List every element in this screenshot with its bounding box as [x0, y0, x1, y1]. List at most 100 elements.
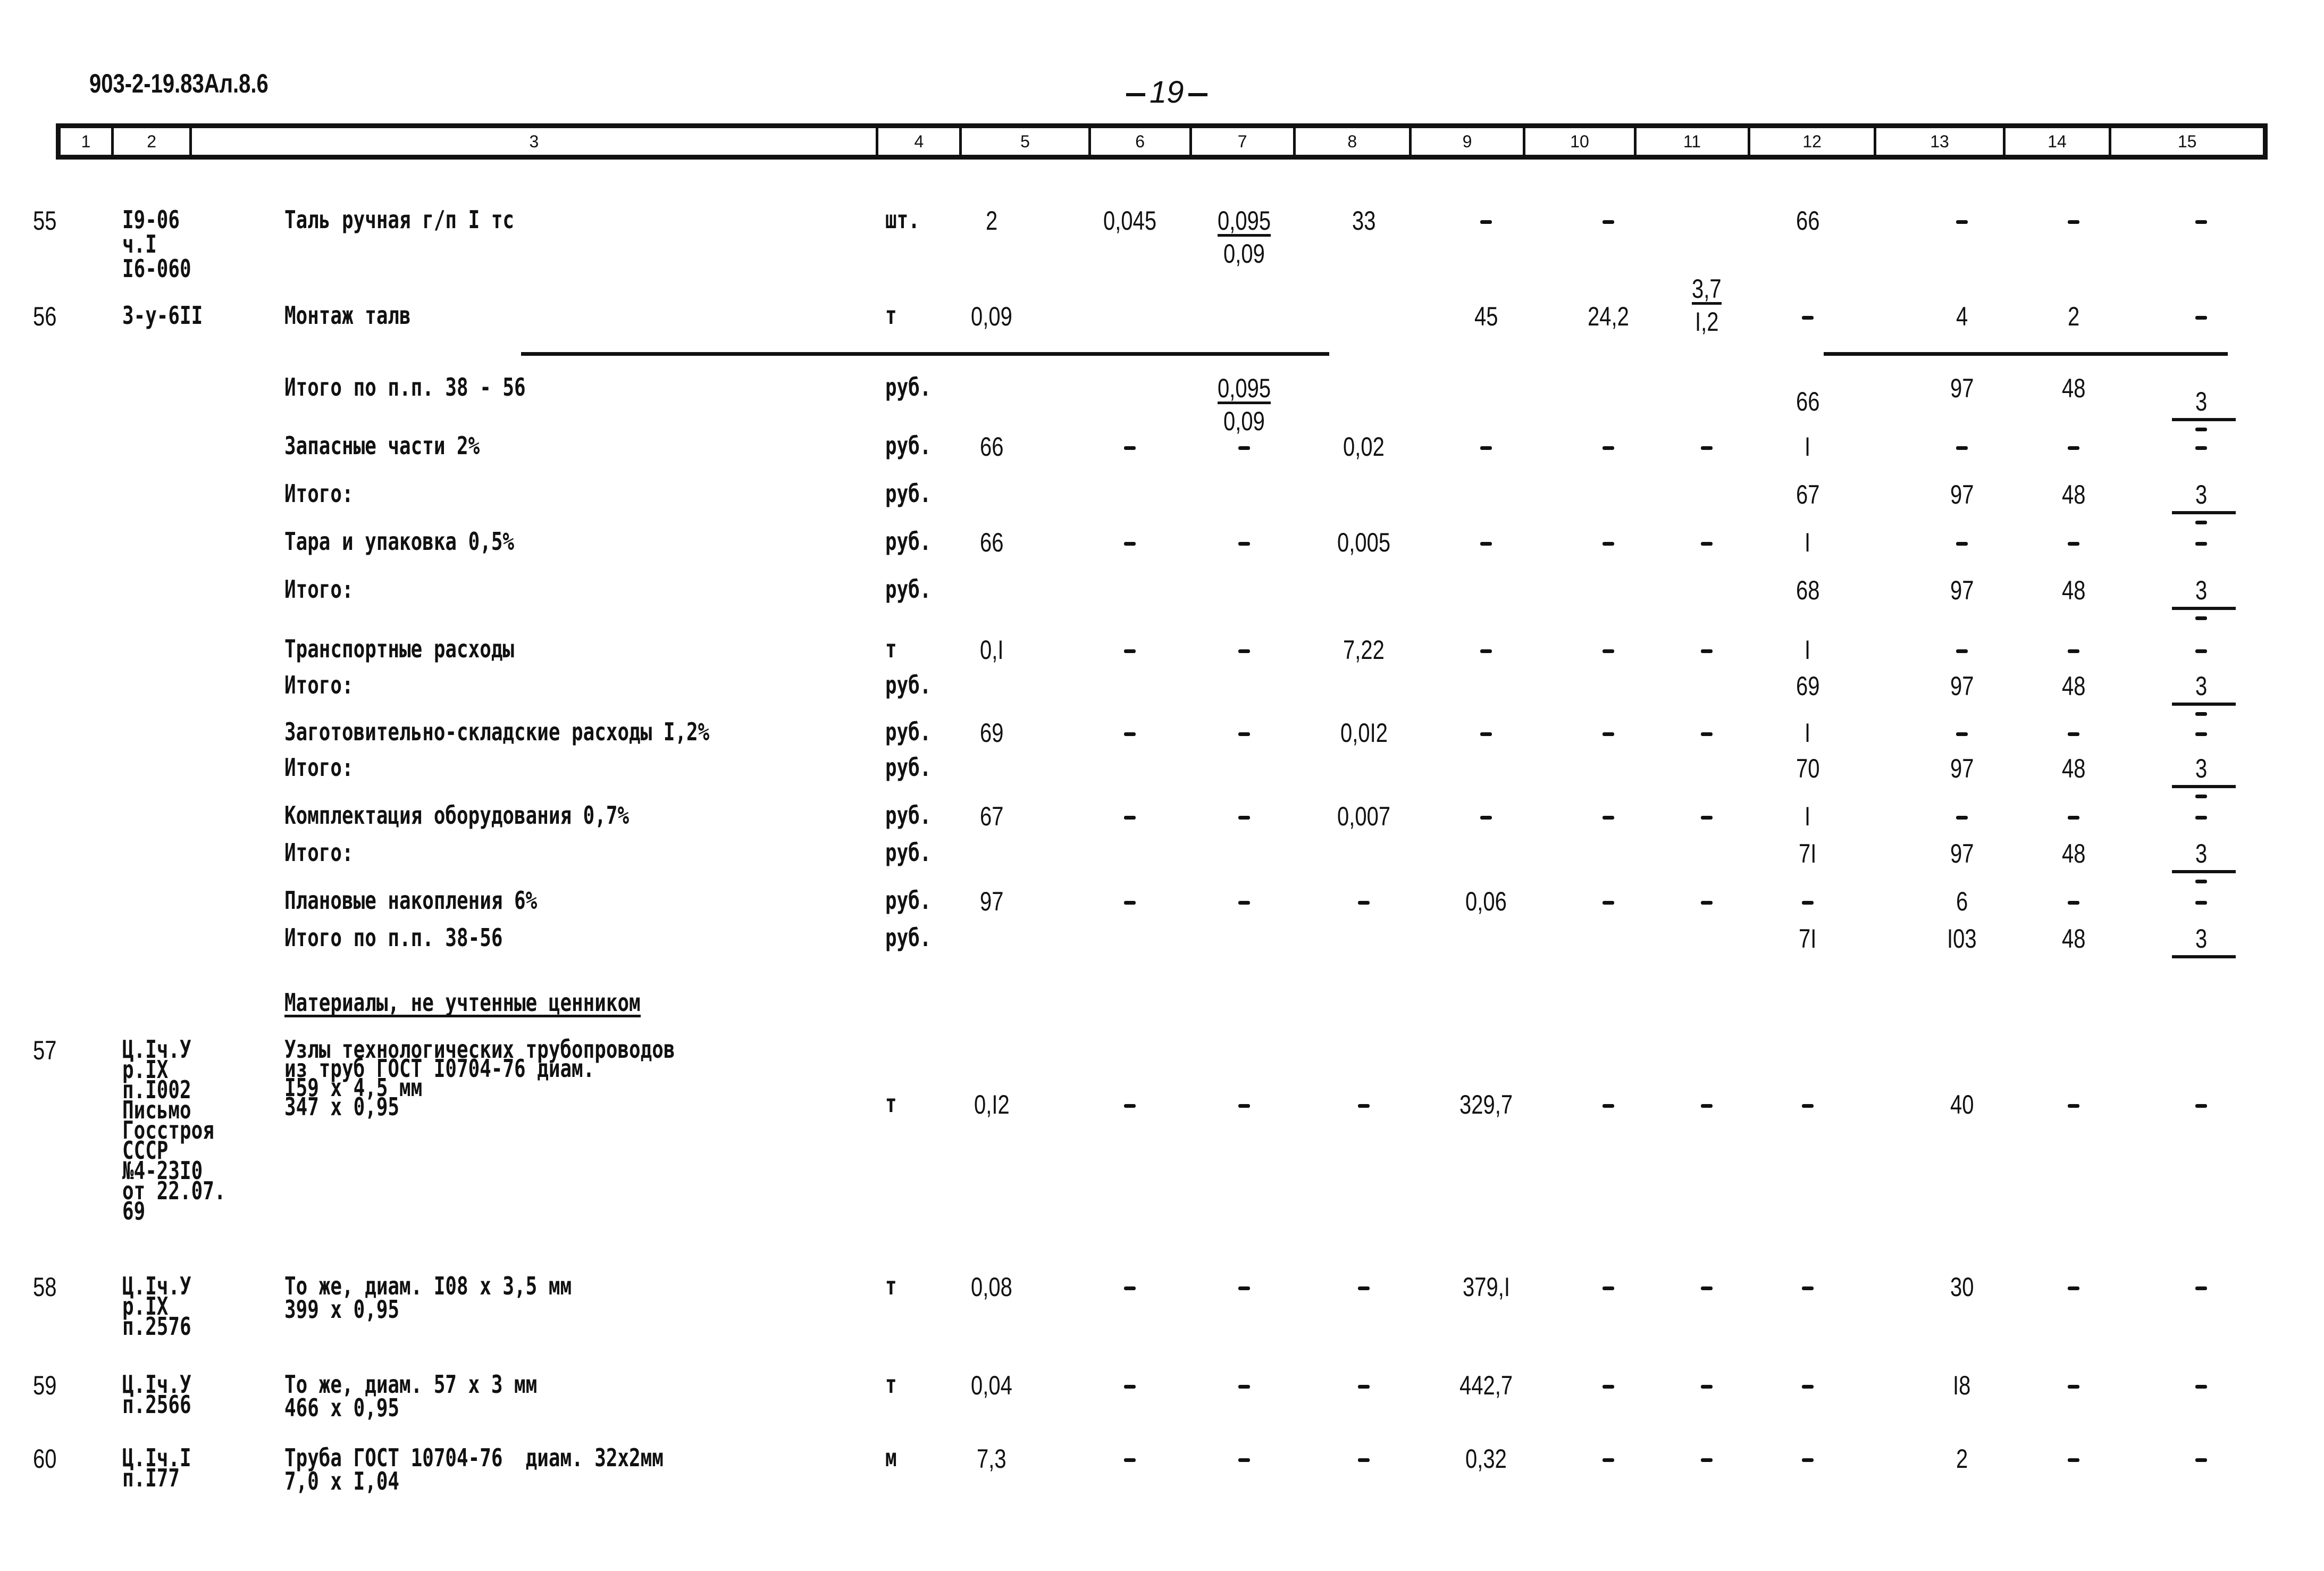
reference-code: п.I77 [122, 1464, 180, 1492]
dash-c15: – [2195, 649, 2207, 653]
dash-c12: – [1802, 1286, 1814, 1290]
unit: руб. [885, 527, 932, 556]
unit: руб. [885, 753, 932, 782]
cell-c5: 69 [979, 718, 1004, 748]
fraction-bottom-c7: 0,09 [1223, 239, 1265, 269]
subtotal-label: Итого по п.п. 38-56 [284, 923, 503, 952]
cell-c5: 0,08 [971, 1272, 1012, 1302]
total-underline [2172, 703, 2236, 706]
cell-c15: 3 [2195, 924, 2208, 954]
dash-c14: – [2068, 1458, 2079, 1462]
subtotal-label: Итого: [284, 575, 354, 604]
dash-c15: – [2195, 1286, 2207, 1290]
cell-c14: 48 [2061, 924, 2086, 954]
dash-c6: – [1124, 542, 1136, 546]
cell-c9: 329,7 [1459, 1090, 1513, 1119]
item-name: 466 х 0,95 [284, 1393, 400, 1422]
column-header-7: 7 [1192, 128, 1296, 155]
row-number: 57 [33, 1035, 57, 1065]
document-code: 903-2-19.83Ал.8.6 [89, 69, 269, 98]
dash-c12: – [1802, 1385, 1814, 1389]
dash-c6: – [1124, 649, 1136, 653]
column-header-2: 2 [114, 128, 192, 155]
dash-c10: – [1603, 1286, 1614, 1290]
column-header-11: 11 [1637, 128, 1750, 155]
cell-c8: 7,22 [1343, 635, 1385, 665]
unit: руб. [885, 801, 932, 830]
cell-c10: 24,2 [1588, 302, 1629, 331]
cell-c5: 66 [979, 528, 1004, 557]
unit: т [885, 1272, 897, 1300]
column-header-row: 1 2 3 4 5 6 7 8 9 10 11 12 13 14 15 [56, 123, 2268, 160]
fraction-bottom-c11: I,2 [1694, 307, 1719, 337]
dash-c11: – [1701, 542, 1713, 546]
subtotal-label: Итого: [284, 479, 354, 508]
cell-c14: 48 [2061, 671, 2086, 701]
reference-code: ч.I [122, 230, 157, 258]
fraction-bottom-c7: 0,09 [1223, 406, 1265, 436]
dash-c14: – [2068, 220, 2079, 224]
dash-c8: – [1358, 1458, 1370, 1462]
column-header-5: 5 [962, 128, 1091, 155]
cell-c5: 0,04 [971, 1371, 1012, 1400]
dash-c8: – [1358, 1104, 1370, 1108]
item-name: 399 х 0,95 [284, 1295, 400, 1324]
subtotal-label: Запасные части 2% [284, 431, 480, 460]
unit: руб. [885, 373, 932, 402]
cell-c12: 7I [1799, 924, 1817, 954]
subtotal-label: Комплектация оборудования 0,7% [284, 801, 630, 830]
subtotal-label: Заготовительно-складские расходы I,2% [284, 717, 710, 746]
fraction-top-c11: 3,7 [1692, 274, 1722, 305]
cell-c9: 0,32 [1465, 1444, 1507, 1474]
subtotal-label: Итого: [284, 838, 354, 867]
cell-c9: 45 [1474, 302, 1498, 331]
cell-c14: 48 [2061, 575, 2086, 605]
dash-c6: – [1124, 1458, 1136, 1462]
dash-c15: – [2195, 1385, 2207, 1389]
dash-c10: – [1603, 1458, 1614, 1462]
dash-c14: – [2068, 542, 2079, 546]
cell-c13: 4 [1956, 302, 1968, 331]
dash-c11: – [1701, 1104, 1713, 1108]
dash-c15 [2195, 616, 2207, 620]
cell-c12: 66 [1796, 387, 1820, 416]
dash-c15 [2195, 712, 2207, 716]
dash-c10: – [1603, 816, 1614, 820]
dash-c12: – [1802, 1458, 1814, 1462]
dash-c13: – [1956, 220, 1968, 224]
dash-c15: – [2195, 542, 2207, 546]
cell-c15: 3 [2195, 387, 2208, 416]
row-number: 56 [33, 302, 57, 331]
unit: руб. [885, 838, 932, 867]
unit: т [885, 301, 897, 330]
fraction-top-c7: 0,095 [1217, 206, 1271, 237]
dash-c11: – [1701, 1458, 1713, 1462]
unit: м [885, 1443, 897, 1472]
dash-c6: – [1124, 1385, 1136, 1389]
dash-c9: – [1480, 220, 1492, 224]
cell-c12: 66 [1796, 206, 1820, 236]
unit: руб. [885, 671, 932, 699]
dash-c10: – [1603, 901, 1614, 905]
dash-c6: – [1124, 901, 1136, 905]
dash-c6: – [1124, 732, 1136, 736]
section-title: Материалы, не учтенные ценником [284, 988, 641, 1017]
cell-c5: 7,3 [977, 1444, 1006, 1474]
cell-c13: 97 [1950, 373, 1974, 403]
dash-c13: – [1956, 446, 1968, 450]
unit: руб. [885, 479, 932, 508]
dash-c15: – [2195, 446, 2207, 450]
dash-c11: – [1701, 732, 1713, 736]
cell-c13: 97 [1950, 671, 1974, 701]
subtotal-label: Итого: [284, 753, 354, 782]
subtotal-label: Транспортные расходы [284, 634, 515, 663]
dash-c7: – [1238, 1458, 1250, 1462]
unit: руб. [885, 923, 932, 952]
cell-c12: 70 [1796, 754, 1820, 783]
dash-c8: – [1358, 1385, 1370, 1389]
dash-c7: – [1238, 1385, 1250, 1389]
column-header-3: 3 [192, 128, 879, 155]
dash-c9: – [1480, 816, 1492, 820]
dash-c15 [2195, 428, 2207, 431]
column-header-13: 13 [1876, 128, 2006, 155]
